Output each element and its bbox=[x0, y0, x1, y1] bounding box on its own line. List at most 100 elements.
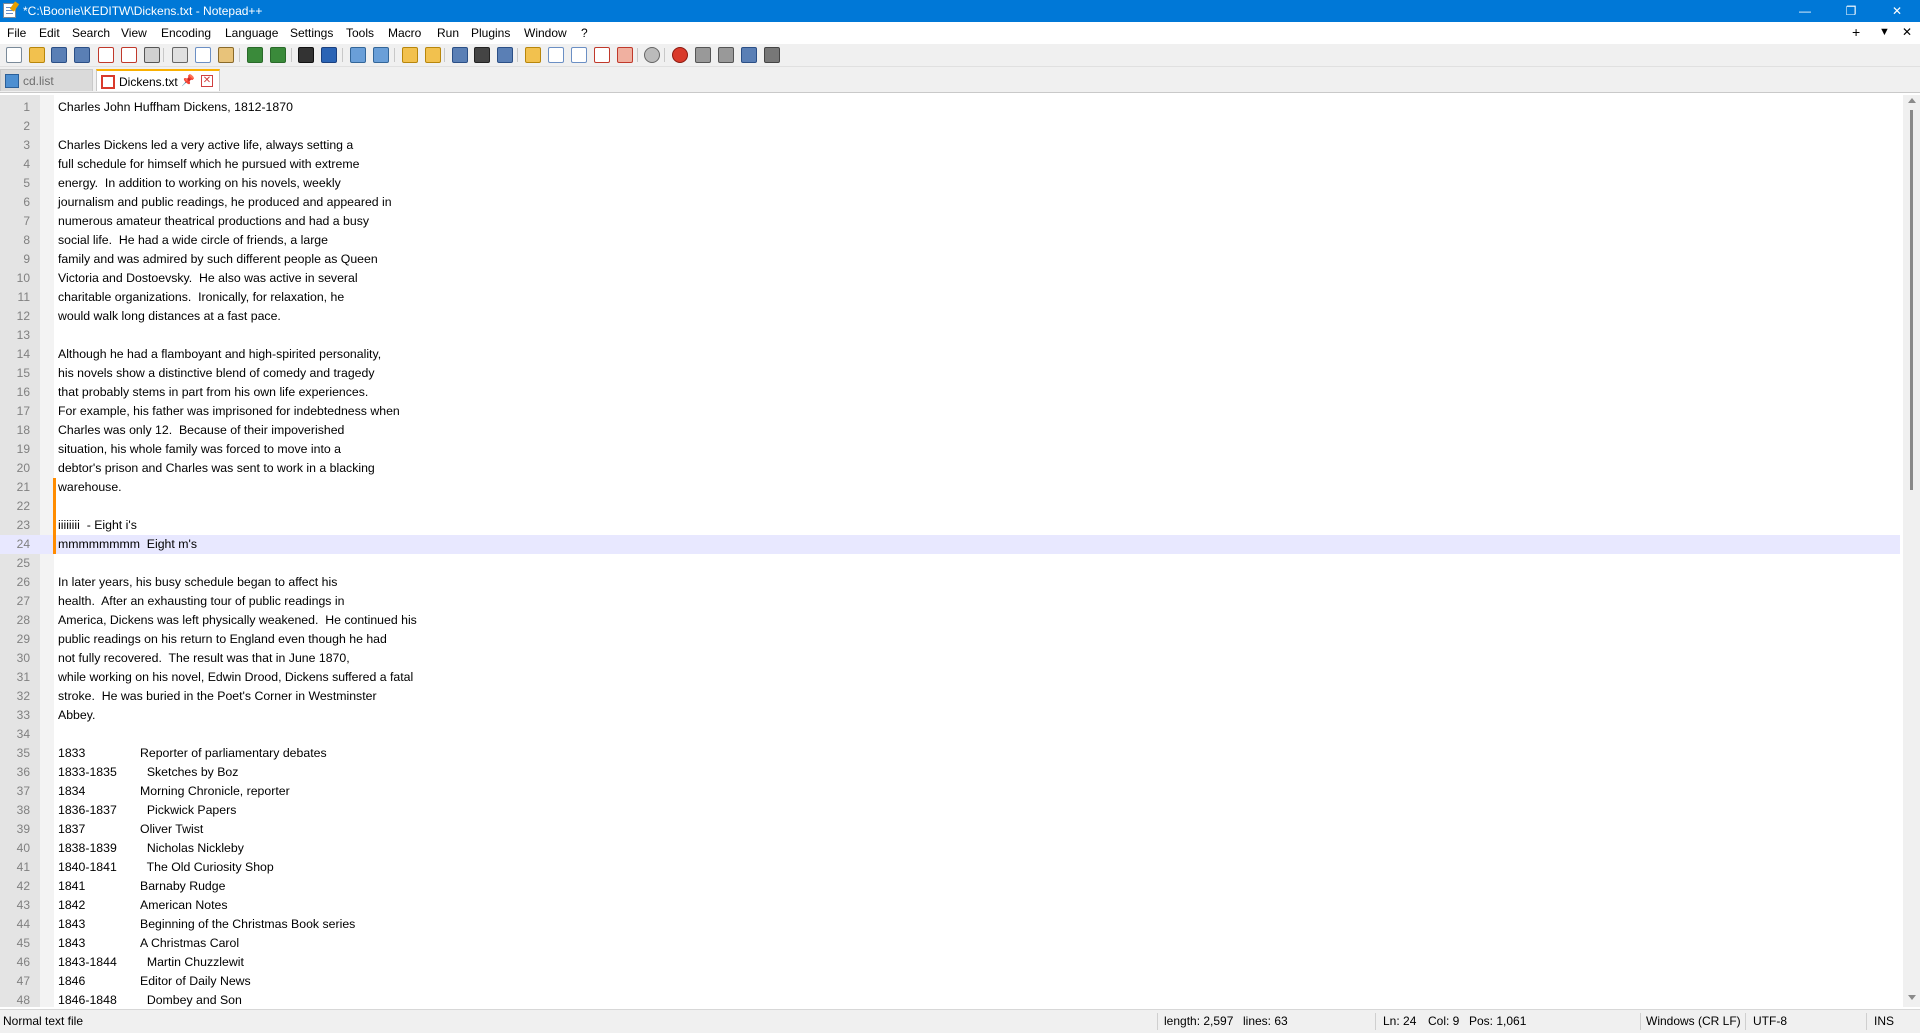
editor-line[interactable]: 13 bbox=[0, 326, 1900, 345]
cut-icon[interactable] bbox=[172, 47, 188, 63]
editor-line[interactable]: 30 not fully recovered. The result was th… bbox=[0, 649, 1900, 668]
pin-icon[interactable]: 📌 bbox=[181, 74, 195, 87]
close-window-button[interactable]: ✕ bbox=[1874, 0, 1920, 22]
new-file-icon[interactable] bbox=[6, 47, 22, 63]
editor-line[interactable]: 7 numerous amateur theatrical productions… bbox=[0, 212, 1900, 231]
scroll-down-icon[interactable] bbox=[1908, 995, 1916, 1000]
editor-line[interactable]: 22 bbox=[0, 497, 1900, 516]
menu-view[interactable]: View bbox=[121, 26, 147, 40]
editor-line[interactable]: 34 bbox=[0, 725, 1900, 744]
tab-dickens-txt[interactable]: Dickens.txt 📌 ✕ bbox=[96, 69, 220, 91]
play-macro-icon[interactable] bbox=[718, 47, 734, 63]
record-macro-icon[interactable] bbox=[672, 47, 688, 63]
menu-macro[interactable]: Macro bbox=[388, 26, 421, 40]
menu-edit[interactable]: Edit bbox=[39, 26, 60, 40]
sync-vertical-icon[interactable] bbox=[402, 47, 418, 63]
editor-line[interactable]: 14 Although he had a flamboyant and high-… bbox=[0, 345, 1900, 364]
editor-line[interactable]: 3 Charles Dickens led a very active life,… bbox=[0, 136, 1900, 155]
editor-line[interactable]: 45 1843 A Christmas Carol bbox=[0, 934, 1900, 953]
editor-line[interactable]: 1 Charles John Huffham Dickens, 1812-1870 bbox=[0, 98, 1900, 117]
menu-encoding[interactable]: Encoding bbox=[161, 26, 211, 40]
menu-plugins[interactable]: Plugins bbox=[471, 26, 510, 40]
menu-search[interactable]: Search bbox=[72, 26, 110, 40]
editor-line[interactable]: 42 1841 Barnaby Rudge bbox=[0, 877, 1900, 896]
editor-line[interactable]: 43 1842 American Notes bbox=[0, 896, 1900, 915]
editor-line[interactable]: 12 would walk long distances at a fast pa… bbox=[0, 307, 1900, 326]
editor-line[interactable]: 18 Charles was only 12. Because of their … bbox=[0, 421, 1900, 440]
editor-line[interactable]: 31 while working on his novel, Edwin Droo… bbox=[0, 668, 1900, 687]
paste-icon[interactable] bbox=[218, 47, 234, 63]
editor-line[interactable]: 41 1840-1841 The Old Curiosity Shop bbox=[0, 858, 1900, 877]
editor-line[interactable]: 33 Abbey. bbox=[0, 706, 1900, 725]
minimize-button[interactable]: — bbox=[1782, 0, 1828, 22]
menu-run[interactable]: Run bbox=[437, 26, 459, 40]
editor-line[interactable]: 28 America, Dickens was left physically w… bbox=[0, 611, 1900, 630]
editor-line[interactable]: 4 full schedule for himself which he purs… bbox=[0, 155, 1900, 174]
scroll-up-icon[interactable] bbox=[1908, 98, 1916, 103]
monitoring-icon[interactable] bbox=[644, 47, 660, 63]
function-list-icon[interactable] bbox=[571, 47, 587, 63]
open-file-icon[interactable] bbox=[29, 47, 45, 63]
editor-line[interactable]: 25 bbox=[0, 554, 1900, 573]
vertical-scrollbar[interactable] bbox=[1903, 95, 1920, 1007]
show-all-characters-icon[interactable] bbox=[474, 47, 490, 63]
replace-icon[interactable] bbox=[321, 47, 337, 63]
editor-line[interactable]: 6 journalism and public readings, he prod… bbox=[0, 193, 1900, 212]
sync-horizontal-icon[interactable] bbox=[425, 47, 441, 63]
copy-icon[interactable] bbox=[195, 47, 211, 63]
editor-line[interactable]: 29 public readings on his return to Engla… bbox=[0, 630, 1900, 649]
maximize-button[interactable]: ❐ bbox=[1828, 0, 1874, 22]
menu-file[interactable]: File bbox=[7, 26, 26, 40]
editor-line[interactable]: 17 For example, his father was imprisoned… bbox=[0, 402, 1900, 421]
editor-line[interactable]: 40 1838-1839 Nicholas Nickleby bbox=[0, 839, 1900, 858]
editor-line[interactable]: 2 bbox=[0, 117, 1900, 136]
save-icon[interactable] bbox=[51, 47, 67, 63]
folder-workspace-icon[interactable] bbox=[594, 47, 610, 63]
save-all-icon[interactable] bbox=[74, 47, 90, 63]
editor-line[interactable]: 15 his novels show a distinctive blend of… bbox=[0, 364, 1900, 383]
save-macro-icon[interactable] bbox=[764, 47, 780, 63]
editor-line[interactable]: 26 In later years, his busy schedule bega… bbox=[0, 573, 1900, 592]
editor-line[interactable]: 27 health. After an exhausting tour of pu… bbox=[0, 592, 1900, 611]
editor-line[interactable]: 9 family and was admired by such differen… bbox=[0, 250, 1900, 269]
editor-line[interactable]: 19 situation, his whole family was forced… bbox=[0, 440, 1900, 459]
scrollbar-thumb[interactable] bbox=[1910, 110, 1913, 490]
editor-line[interactable]: 48 1846-1848 Dombey and Son bbox=[0, 991, 1900, 1007]
editor-line[interactable]: 11 charitable organizations. Ironically, … bbox=[0, 288, 1900, 307]
close-document-icon[interactable]: ✕ bbox=[1902, 25, 1912, 39]
editor-line[interactable]: 44 1843 Beginning of the Christmas Book s… bbox=[0, 915, 1900, 934]
find-icon[interactable] bbox=[298, 47, 314, 63]
editor-line[interactable]: 32 stroke. He was buried in the Poet's Co… bbox=[0, 687, 1900, 706]
close-tab-icon[interactable]: ✕ bbox=[201, 75, 213, 87]
zoom-out-icon[interactable] bbox=[373, 47, 389, 63]
editor-line[interactable]: 5 energy. In addition to working on his n… bbox=[0, 174, 1900, 193]
editor-line[interactable]: 35 1833 Reporter of parliamentary debates bbox=[0, 744, 1900, 763]
menu-settings[interactable]: Settings bbox=[290, 26, 333, 40]
editor-line[interactable]: 39 1837 Oliver Twist bbox=[0, 820, 1900, 839]
editor-line[interactable]: 47 1846 Editor of Daily News bbox=[0, 972, 1900, 991]
undo-icon[interactable] bbox=[247, 47, 263, 63]
close-all-icon[interactable] bbox=[121, 47, 137, 63]
menu-window[interactable]: Window bbox=[524, 26, 567, 40]
editor-line[interactable]: 20 debtor's prison and Charles was sent t… bbox=[0, 459, 1900, 478]
tab-list-dropdown-icon[interactable]: ▼ bbox=[1879, 26, 1890, 38]
insert-mode-status[interactable]: INS bbox=[1874, 1010, 1894, 1033]
menu-help[interactable]: ? bbox=[581, 26, 588, 40]
run-macro-multiple-icon[interactable] bbox=[741, 47, 757, 63]
editor-line[interactable]: 16 that probably stems in part from his o… bbox=[0, 383, 1900, 402]
editor-line[interactable]: 24 mmmmmmmm Eight m's bbox=[0, 535, 1900, 554]
eol-status[interactable]: Windows (CR LF) bbox=[1646, 1010, 1741, 1033]
menu-tools[interactable]: Tools bbox=[346, 26, 374, 40]
new-tab-icon[interactable]: + bbox=[1852, 24, 1860, 40]
word-wrap-icon[interactable] bbox=[452, 47, 468, 63]
menu-language[interactable]: Language bbox=[225, 26, 278, 40]
encoding-status[interactable]: UTF-8 bbox=[1753, 1010, 1787, 1033]
editor-line[interactable]: 21 warehouse. bbox=[0, 478, 1900, 497]
stop-macro-icon[interactable] bbox=[695, 47, 711, 63]
document-map-icon[interactable] bbox=[548, 47, 564, 63]
editor-line[interactable]: 10 Victoria and Dostoevsky. He also was a… bbox=[0, 269, 1900, 288]
indent-guide-icon[interactable] bbox=[497, 47, 513, 63]
editor-line[interactable]: 46 1843-1844 Martin Chuzzlewit bbox=[0, 953, 1900, 972]
close-icon[interactable] bbox=[98, 47, 114, 63]
editor-line[interactable]: 8 social life. He had a wide circle of fr… bbox=[0, 231, 1900, 250]
